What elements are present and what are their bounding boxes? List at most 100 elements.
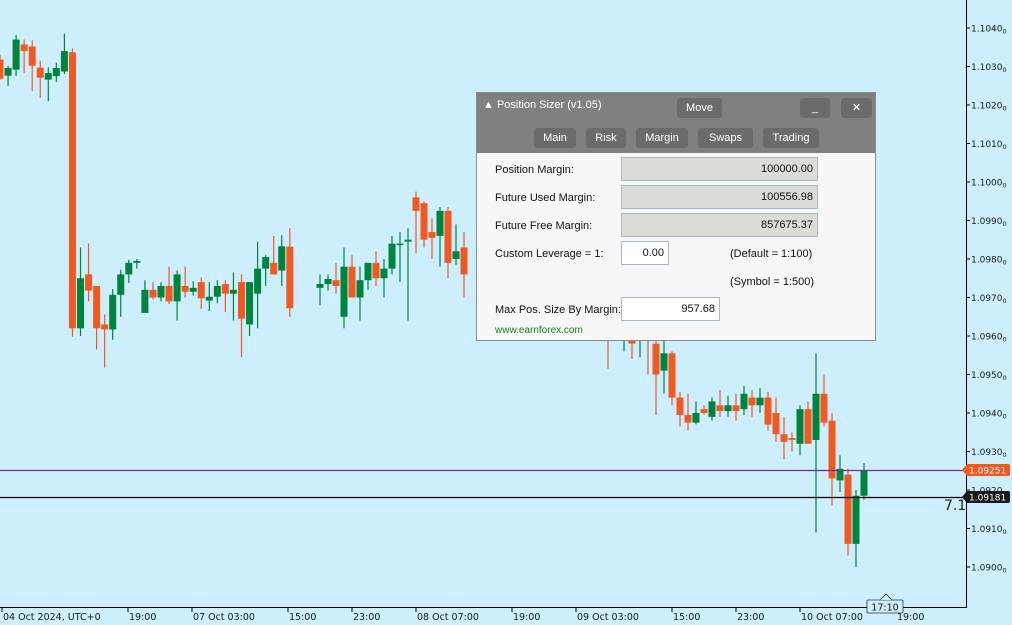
candle-body [692,413,700,423]
time-axis: 04 Oct 2024, UTC+0 19:00 07 Oct 03:00 15:00… [1,608,924,623]
time-cursor-tag: 17:10 [866,593,904,614]
mid-candle [404,228,412,321]
candle-body [189,287,197,292]
x-tick-label: 09 Oct 03:00 [577,612,639,623]
left-candle [125,259,133,283]
candle-body [278,246,286,271]
candle-body [796,409,804,444]
left-candle [205,282,213,311]
candle-body [4,68,12,76]
left-candle [246,282,254,336]
x-tick-label: 15:00 [289,612,316,623]
candle-body [141,289,149,313]
x-tick-label: 08 Oct 07:00 [417,612,479,623]
mid-candle [428,218,436,259]
x-tick-label: 23:00 [353,612,380,623]
candle-body [44,73,52,80]
mid-candle [444,207,452,279]
y-tick-label: 1.09300 [971,448,1007,459]
right-candle [692,401,700,425]
candle-body [444,210,452,263]
candle-body [238,282,245,319]
panel-header[interactable]: ▲ Position Sizer (v1.05) Move _ ✕ Main R… [477,93,875,153]
left-candle [77,247,84,336]
candle-body [460,247,468,275]
move-button[interactable]: Move [677,98,722,118]
y-tick-label: 1.10100 [971,140,1007,151]
candle-body [732,405,740,412]
candle-body [668,353,676,398]
tab-swaps[interactable]: Swaps [698,128,753,148]
x-tick-label: 04 Oct 2024, UTC+0 [3,612,101,623]
minimize-button[interactable]: _ [800,98,830,118]
bid-line-label: 1.09251 [969,467,1006,477]
candle-body [12,39,20,70]
future-free-margin-label: Future Free Margin: [495,220,593,232]
bid-line-tag: 1.09251 [962,464,1010,477]
y-tick-label: 1.09000 [971,564,1007,575]
right-candle [740,386,748,415]
close-button[interactable]: ✕ [841,98,872,118]
left-candle [28,40,36,92]
left-candle [262,255,270,286]
right-candle [844,468,852,556]
tab-main[interactable]: Main [534,128,576,148]
mid-candle [332,262,340,294]
candle-body [716,405,724,412]
candle-body [756,397,764,406]
left-candle [133,259,141,269]
candle-body [356,280,364,298]
y-tick-label: 1.09900 [971,217,1007,228]
x-tick-label: 15:00 [673,612,700,623]
candle-body [316,284,324,288]
candle-body [213,285,221,297]
right-candle [756,387,764,413]
custom-leverage-label: Custom Leverage = 1: [495,248,604,260]
left-candle [157,282,165,302]
mid-candle [348,255,356,298]
candle-body [684,414,692,423]
left-candle [221,280,229,313]
left-candle [278,235,286,286]
candle-body [380,268,388,279]
candle-body [246,282,254,325]
candle-body [340,266,348,317]
left-candle [60,33,68,75]
left-candle [213,280,221,304]
mid-candle [396,232,404,283]
price-tags: 1.09251 1.09181 [962,464,1010,504]
candle-body [197,282,205,299]
candle-body [388,243,396,269]
website-link[interactable]: www.earnforex.com [495,325,583,336]
candle-body [0,59,4,79]
candle-body [262,257,270,269]
panel-title[interactable]: ▲ Position Sizer (v1.05) [483,99,602,111]
right-candle [676,391,684,427]
symbol-leverage-note: (Symbol = 1:500) [730,276,815,288]
mid-candle [420,201,428,248]
tab-margin[interactable]: Margin [636,128,688,148]
position-margin-label: Position Margin: [495,164,574,176]
right-candle [724,395,732,417]
tab-trading[interactable]: Trading [763,128,819,148]
candle-body [788,438,796,440]
candle-body [254,268,262,294]
left-candle [93,285,101,350]
x-tick-label: 07 Oct 03:00 [193,612,255,623]
right-candle [772,397,780,442]
position-sizer-panel: ▲ Position Sizer (v1.05) Move _ ✕ Main R… [476,92,876,341]
time-cursor-label: 17:10 [871,603,898,614]
candle-body [660,353,668,371]
mid-candle [340,247,348,329]
candle-body [117,274,125,295]
candle-body [348,266,356,298]
left-candle [20,39,28,74]
candle-body [173,274,181,302]
candle-body [77,278,84,329]
custom-leverage-input[interactable]: 0.00 [621,241,669,265]
x-tick-label: 10 Oct 07:00 [801,612,863,623]
candle-body [270,262,278,275]
tab-risk[interactable]: Risk [586,128,626,148]
candle-body [404,239,412,242]
candle-body [52,68,60,77]
